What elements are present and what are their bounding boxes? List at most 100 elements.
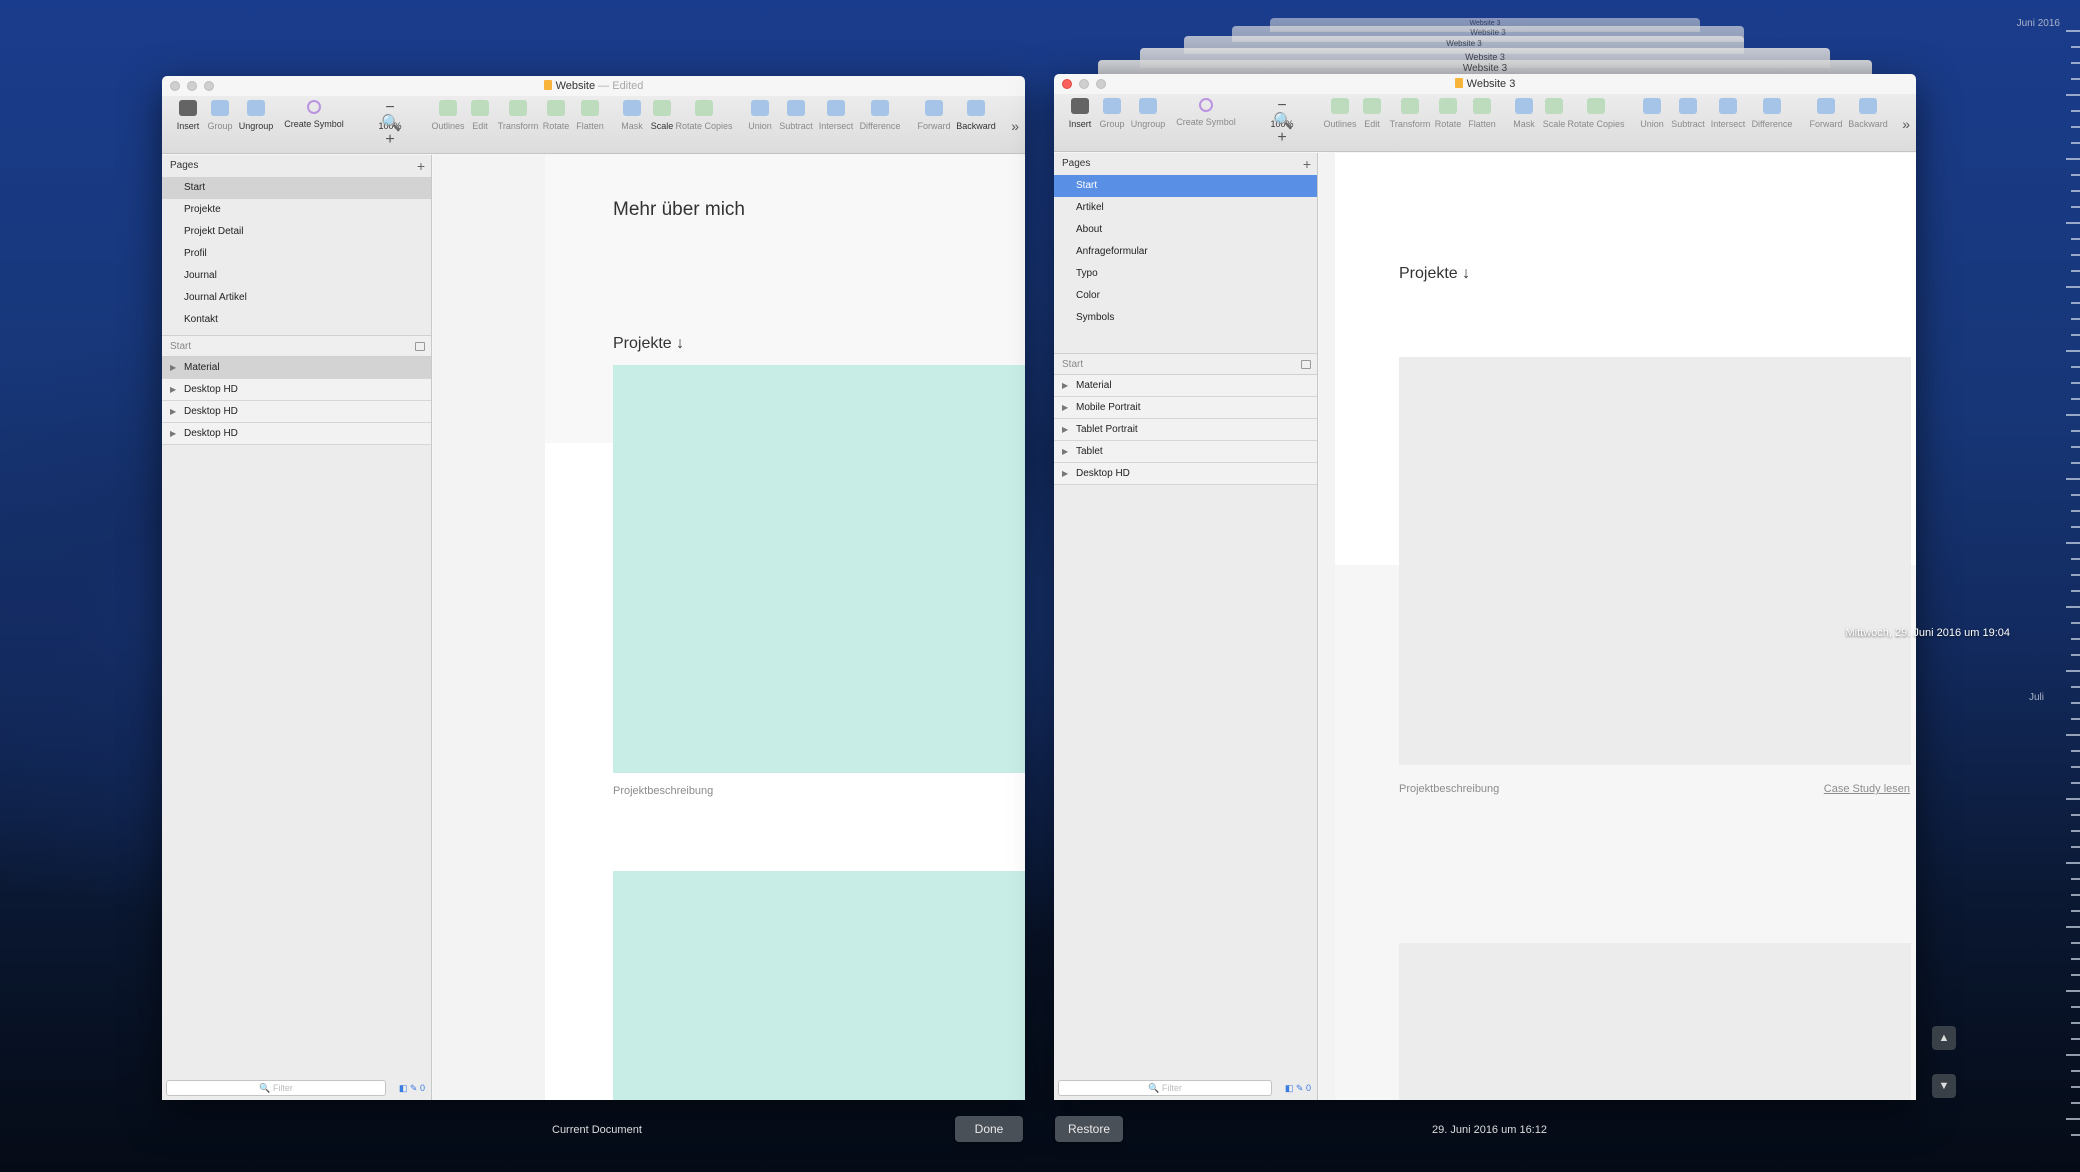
timeline-tick[interactable]: [2071, 366, 2080, 368]
timeline-tick[interactable]: [2071, 142, 2080, 144]
timeline-tick[interactable]: [2071, 638, 2080, 640]
symbols-filter-icon[interactable]: ◧: [399, 1083, 408, 1093]
create-symbol-button[interactable]: Create Symbol: [278, 100, 350, 129]
timeline-tick[interactable]: [2071, 958, 2080, 960]
timeline-tick[interactable]: [2071, 270, 2080, 272]
timeline-tick[interactable]: [2071, 430, 2080, 432]
timeline-tick[interactable]: [2071, 1102, 2080, 1104]
timeline-tick[interactable]: [2071, 190, 2080, 192]
timeline-tick[interactable]: [2071, 206, 2080, 208]
timeline-tick[interactable]: [2071, 318, 2080, 320]
timeline-tick[interactable]: [2066, 222, 2080, 224]
page-item[interactable]: Artikel: [1054, 197, 1317, 219]
timeline-tick[interactable]: [2066, 414, 2080, 416]
timeline-tick[interactable]: [2071, 590, 2080, 592]
difference-button[interactable]: Difference: [854, 100, 906, 131]
page-item[interactable]: Journal: [162, 265, 431, 287]
timeline-tick[interactable]: [2071, 462, 2080, 464]
timeline-tick[interactable]: [2071, 510, 2080, 512]
filter-input[interactable]: 🔍 Filter: [166, 1080, 386, 1096]
layer-item[interactable]: ▶ Desktop HD: [162, 401, 431, 423]
timeline-tick[interactable]: [2071, 750, 2080, 752]
timeline-tick[interactable]: [2071, 974, 2080, 976]
restore-button[interactable]: Restore: [1055, 1116, 1123, 1142]
timeline-tick[interactable]: [2066, 734, 2080, 736]
page-item[interactable]: Symbols: [1054, 307, 1317, 329]
edited-filter-icon[interactable]: ✎: [410, 1083, 418, 1093]
backward-button[interactable]: Backward: [950, 100, 1002, 131]
rotate-copies-button[interactable]: Rotate Copies: [1564, 98, 1628, 129]
backward-button[interactable]: Backward: [1842, 98, 1894, 129]
disclosure-triangle-icon[interactable]: ▶: [170, 401, 176, 423]
timeline-tick[interactable]: [2071, 782, 2080, 784]
collapse-icon[interactable]: [1301, 360, 1311, 369]
zoom-control[interactable]: − 🔍 +100%: [1256, 98, 1308, 146]
timeline-tick[interactable]: [2071, 334, 2080, 336]
timeline-tick[interactable]: [2066, 542, 2080, 544]
timeline-tick[interactable]: [2071, 942, 2080, 944]
timeline-tick[interactable]: [2071, 830, 2080, 832]
timeline-tick[interactable]: [2071, 574, 2080, 576]
zoom-control[interactable]: − 🔍 +100%: [364, 100, 416, 148]
rotate-copies-button[interactable]: Rotate Copies: [672, 100, 736, 131]
zoom-button[interactable]: [204, 81, 214, 91]
timeline-tick[interactable]: [2071, 910, 2080, 912]
page-item[interactable]: About: [1054, 219, 1317, 241]
layer-item[interactable]: ▶ Tablet Portrait: [1054, 419, 1317, 441]
timeline-tick[interactable]: [2071, 894, 2080, 896]
timeline-tick[interactable]: [2066, 350, 2080, 352]
timeline-tick[interactable]: [2071, 1038, 2080, 1040]
timeline-tick[interactable]: [2066, 158, 2080, 160]
disclosure-triangle-icon[interactable]: ▶: [1062, 441, 1068, 463]
timeline-tick[interactable]: [2066, 1054, 2080, 1056]
timeline-tick[interactable]: [2071, 78, 2080, 80]
timeline-tick[interactable]: [2066, 94, 2080, 96]
canvas[interactable]: Mehr über mich Projekte ↓ Projektbeschre…: [433, 155, 1025, 1100]
symbols-filter-icon[interactable]: ◧: [1285, 1083, 1294, 1093]
layer-item[interactable]: ▶ Material: [1054, 375, 1317, 397]
timeline-tick[interactable]: [2071, 1070, 2080, 1072]
filter-options[interactable]: ◧ ✎ 0: [1285, 1083, 1311, 1094]
edited-filter-icon[interactable]: ✎: [1296, 1083, 1304, 1093]
timeline-tick[interactable]: [2071, 766, 2080, 768]
create-symbol-button[interactable]: Create Symbol: [1170, 98, 1242, 127]
page-item[interactable]: Projekt Detail: [162, 221, 431, 243]
minimize-button[interactable]: [1079, 79, 1089, 89]
ungroup-button[interactable]: Ungroup: [1122, 98, 1174, 129]
timeline-tick[interactable]: [2066, 798, 2080, 800]
filter-input[interactable]: 🔍 Filter: [1058, 1080, 1272, 1096]
disclosure-triangle-icon[interactable]: ▶: [1062, 397, 1068, 419]
timeline-tick[interactable]: [2066, 478, 2080, 480]
timeline-tick[interactable]: [2071, 254, 2080, 256]
timeline-tick[interactable]: [2071, 46, 2080, 48]
timeline-tick[interactable]: [2071, 174, 2080, 176]
chevron-up-icon[interactable]: ▲: [1932, 1026, 1956, 1050]
timeline-tick[interactable]: [2071, 110, 2080, 112]
page-item[interactable]: Start: [162, 177, 431, 199]
page-item[interactable]: Color: [1054, 285, 1317, 307]
page-item[interactable]: Profil: [162, 243, 431, 265]
page-item[interactable]: Kontakt: [162, 309, 431, 331]
timeline-tick[interactable]: [2071, 1022, 2080, 1024]
canvas[interactable]: Projekte ↓ Projektbeschreibung Case Stud…: [1319, 153, 1916, 1100]
timeline-tick[interactable]: [2071, 302, 2080, 304]
timeline-tick[interactable]: [2066, 990, 2080, 992]
toolbar-overflow-icon[interactable]: »: [1011, 118, 1019, 134]
timeline-tick[interactable]: [2071, 446, 2080, 448]
timeline-tick[interactable]: [2071, 846, 2080, 848]
timeline-tick[interactable]: [2071, 622, 2080, 624]
timeline-tick[interactable]: [2066, 670, 2080, 672]
close-button[interactable]: [1062, 79, 1072, 89]
disclosure-triangle-icon[interactable]: ▶: [170, 379, 176, 401]
page-item[interactable]: Start: [1054, 175, 1317, 197]
timeline-tick[interactable]: [2071, 382, 2080, 384]
timeline-tick[interactable]: [2066, 286, 2080, 288]
ungroup-button[interactable]: Ungroup: [230, 100, 282, 131]
timeline-tick[interactable]: [2071, 718, 2080, 720]
disclosure-triangle-icon[interactable]: ▶: [1062, 375, 1068, 397]
layer-item[interactable]: ▶ Desktop HD: [162, 423, 431, 445]
timeline-tick[interactable]: [2071, 702, 2080, 704]
timeline-tick[interactable]: [2071, 494, 2080, 496]
timeline-tick[interactable]: [2071, 814, 2080, 816]
timeline-tick[interactable]: [2071, 526, 2080, 528]
